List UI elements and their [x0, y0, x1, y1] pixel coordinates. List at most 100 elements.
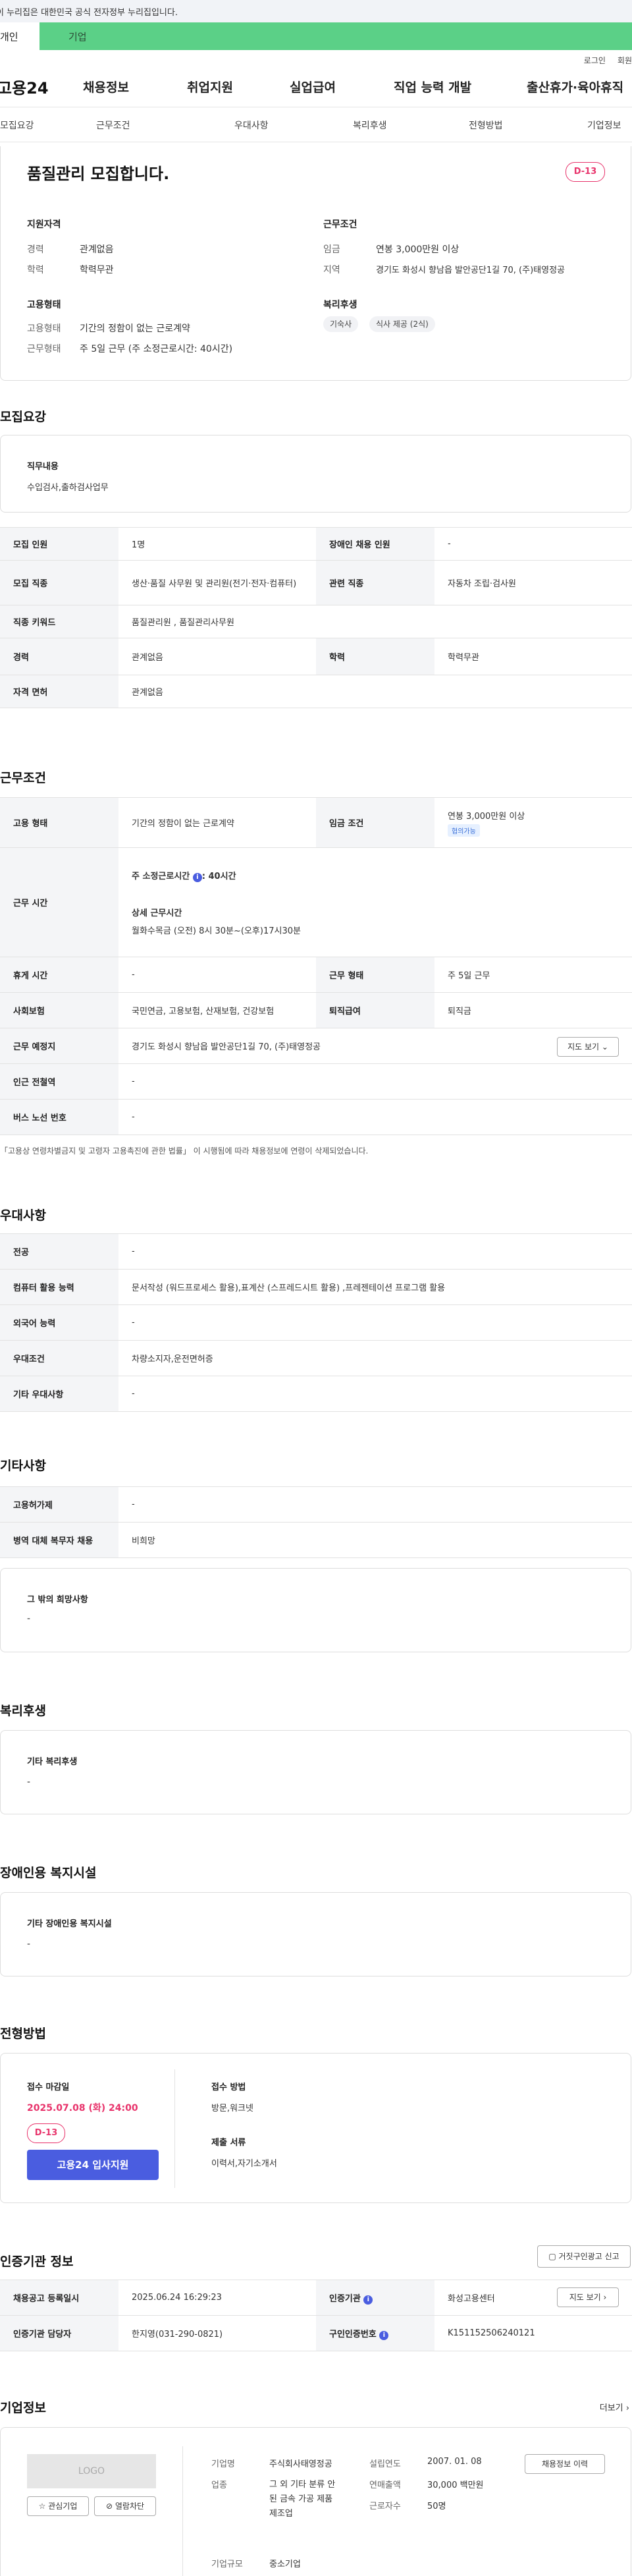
hours-detail-value: 월화수목금 (오전) 8시 30분~(오후)17시30분 — [132, 926, 301, 936]
emp-title: 고용형태 — [27, 300, 61, 310]
weekly-hours-label: 주 소정근로시간 — [132, 871, 190, 882]
company-sales-value: 30,000 백만원 — [427, 2480, 484, 2490]
row-key: 인증기관 담당자 — [0, 2315, 118, 2351]
row-key: 외국어 능력 — [0, 1304, 118, 1341]
info-icon[interactable]: i — [363, 2295, 373, 2305]
tab-personal[interactable]: 개인 — [0, 22, 40, 50]
cond-value: 경기도 화성시 향남읍 발안공단1길 70, (주)태영정공 — [376, 266, 565, 275]
report-button[interactable]: ▢ 거짓구인광고 신고 — [537, 2245, 631, 2268]
row-value: - — [118, 1376, 632, 1412]
deadline-label: 접수 마감일 — [27, 2083, 70, 2092]
row-key: 병역 대체 복무자 채용 — [0, 1522, 118, 1558]
nav-item-leave[interactable]: 출산휴가·육아휴직 — [527, 78, 623, 96]
qual-key: 학력 — [27, 265, 44, 275]
fav-company-button[interactable]: ☆ 관심기업 — [27, 2496, 89, 2516]
row-key: 직종 키워드 — [0, 605, 118, 638]
tab-work[interactable]: 근무조건 — [96, 119, 130, 132]
row-value: 자동차 조립·검사원 — [434, 560, 632, 605]
dday-badge: D-13 — [27, 2123, 65, 2143]
nav-item-training[interactable]: 직업 능력 개발 — [394, 78, 471, 96]
emp-key: 고용형태 — [27, 323, 61, 334]
tab-process[interactable]: 전형방법 — [469, 119, 503, 132]
work-table: 고용 형태 기간의 정함이 없는 근로계약 임금 조건 연봉 3,000만원 이상 협의… — [0, 797, 632, 1135]
row-value: K151152506240121 — [434, 2315, 632, 2351]
tab-welfare[interactable]: 복리후생 — [353, 119, 387, 132]
other-wish-value: - — [27, 1613, 31, 1624]
agency-map-button[interactable]: 지도 보기 › — [557, 2287, 619, 2307]
history-button[interactable]: 채용정보 이력 — [525, 2454, 605, 2474]
row-key: 학력 — [316, 638, 434, 675]
row-key: 컴퓨터 활용 능력 — [0, 1269, 118, 1305]
company-year-key: 설립연도 — [369, 2459, 401, 2469]
row-key: 근무 예정지 — [0, 1028, 118, 1064]
deadline-value: 2025.07.08 (화) 24:00 — [27, 2103, 138, 2114]
wage-tag: 협의가능 — [448, 824, 480, 837]
row-key: 휴게 시간 — [0, 957, 118, 993]
row-key: 전공 — [0, 1233, 118, 1270]
hours-cell: 주 소정근로시간 i: 40시간 상세 근무시간 월화수목금 (오전) 8시 3… — [118, 847, 632, 957]
weekly-hours-value: 40시간 — [208, 871, 236, 882]
tab-company[interactable]: 기업정보 — [587, 119, 621, 132]
docs-value: 이력서,자기소개서 — [211, 2159, 277, 2169]
more-link[interactable]: 더보기 › — [600, 2401, 629, 2413]
tab-company[interactable]: 기업 — [40, 22, 632, 50]
age-note: 「고용상 연령차별금지 및 고령자 고용촉진에 관한 법률」 이 시행됨에 따라… — [0, 1146, 369, 1156]
info-icon[interactable]: i — [192, 872, 202, 882]
welfare-label: 기타 복리후생 — [27, 1757, 78, 1767]
cond-title: 근무조건 — [323, 219, 357, 230]
wage-cell: 연봉 3,000만원 이상협의가능 — [434, 797, 632, 848]
join-link[interactable]: 회원 — [618, 55, 632, 66]
table-row: 휴게 시간 - 근무 형태 주 5일 근무 — [0, 957, 632, 993]
table-row: 전공 - — [0, 1233, 632, 1270]
row-value: - — [118, 1486, 632, 1523]
row-value: 기간의 정함이 없는 근로계약 — [118, 797, 316, 848]
company-name-value: 주식회사태영정공 — [269, 2459, 332, 2469]
row-value: 차량소지자,운전면허증 — [118, 1340, 632, 1376]
divider — [174, 2069, 175, 2188]
company-heading: 기업정보 — [0, 2401, 46, 2415]
fav-company-label: 관심기업 — [48, 2502, 78, 2511]
row-value: 경기도 화성시 향남읍 발안공단1길 70, (주)태영정공 — [118, 1028, 632, 1064]
chevron-down-icon: ⌄ — [601, 1042, 608, 1051]
block-icon: ⊘ — [105, 2502, 113, 2511]
utility-menu: 로그인 회원 — [0, 50, 632, 66]
duty-value: 수입검사,출하검사업무 — [27, 483, 109, 493]
company-emp-key: 근로자수 — [369, 2502, 401, 2511]
qual-value: 관계없음 — [80, 244, 114, 255]
tab-pref[interactable]: 우대사항 — [234, 119, 269, 132]
report-button-label: 거짓구인광고 신고 — [558, 2252, 619, 2261]
table-row: 직종 키워드 품질관리원 , 품질관리사무원 — [0, 605, 632, 638]
row-value: 관계없음 — [118, 675, 632, 708]
nav-item-jobs[interactable]: 채용정보 — [83, 78, 129, 96]
work-heading: 근무조건 — [0, 771, 46, 785]
wage-value: 연봉 3,000만원 이상 — [448, 811, 525, 822]
row-value: 주 5일 근무 — [434, 957, 632, 993]
row-key: 기타 우대사항 — [0, 1376, 118, 1412]
docs-label: 제출 서류 — [211, 2138, 246, 2148]
pref-table: 전공 - 컴퓨터 활용 능력 문서작성 (워드프로세스 활용),표계산 (스프레드시… — [0, 1233, 632, 1412]
table-row: 사회보험 국민연금, 고용보험, 산재보험, 건강보험 퇴직급여 퇴직금 — [0, 992, 632, 1028]
login-link[interactable]: 로그인 — [584, 55, 606, 66]
info-icon[interactable]: i — [379, 2330, 389, 2340]
row-value: 국민연금, 고용보험, 산재보험, 건강보험 — [118, 992, 316, 1028]
nav-item-employment-support[interactable]: 취업지원 — [187, 78, 233, 96]
qual-key: 경력 — [27, 244, 44, 255]
chevron-right-icon: › — [625, 2403, 629, 2413]
map-button[interactable]: 지도 보기 ⌄ — [557, 1037, 619, 1057]
row-value: - — [118, 1233, 632, 1270]
company-size-key: 기업규모 — [211, 2560, 243, 2569]
tab-recruit[interactable]: 모집요강 — [0, 119, 34, 132]
table-row: 우대조건 차량소지자,운전면허증 — [0, 1340, 632, 1376]
apply-button[interactable]: 고용24 입사지원 — [27, 2150, 159, 2180]
row-value: - — [118, 1063, 632, 1100]
nav-item-unemployment[interactable]: 실업급여 — [290, 78, 336, 96]
divider — [182, 2446, 183, 2576]
map-button-label: 지도 보기 — [567, 1042, 600, 1051]
agency-map-button-label: 지도 보기 — [569, 2293, 601, 2302]
cond-key: 지역 — [323, 265, 340, 275]
site-logo[interactable]: 고용24 — [0, 75, 49, 98]
row-key: 자격 면허 — [0, 675, 118, 708]
row-key: 사회보험 — [0, 992, 118, 1028]
block-view-button[interactable]: ⊘ 열람차단 — [94, 2496, 156, 2516]
table-row: 외국어 능력 - — [0, 1304, 632, 1341]
